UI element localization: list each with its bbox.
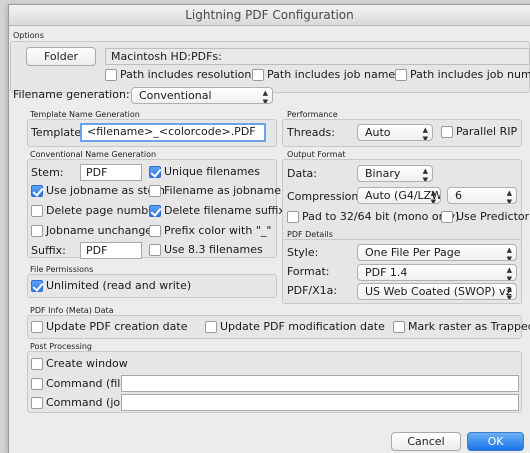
path-jobnumber-checkbox[interactable]: [395, 69, 407, 81]
use-83-label: Use 8.3 filenames: [164, 243, 263, 256]
performance-label: Performance: [287, 110, 338, 119]
template-section-label: Template Name Generation: [30, 110, 140, 119]
filename-generation-label: Filename generation:: [13, 88, 130, 101]
delete-page-number-checkbox[interactable]: [31, 205, 43, 217]
filename-generation-select[interactable]: Conventional ▲ ▼: [131, 87, 273, 104]
format-value: PDF 1.4: [365, 266, 408, 279]
x1a-value: US Web Coated (SWOP) v2: [365, 285, 513, 298]
compression-value: Auto (G4/LZW...: [365, 189, 441, 202]
trapped-checkbox[interactable]: [393, 321, 405, 333]
use-83-checkbox[interactable]: [149, 244, 161, 256]
filename-generation-value: Conventional: [139, 89, 212, 102]
prefix-color-checkbox[interactable]: [149, 225, 161, 237]
format-label: Format:: [287, 265, 330, 278]
select-arrows-icon: ▲ ▼: [506, 246, 512, 261]
command-file-checkbox[interactable]: [31, 378, 43, 390]
output-format-label: Output Format: [287, 150, 346, 159]
select-arrows-icon: ▲ ▼: [262, 89, 268, 104]
folder-path-field: Macintosh HD:PDFs:: [105, 48, 530, 65]
ok-button[interactable]: OK: [467, 432, 524, 451]
filename-as-jobname-checkbox[interactable]: [149, 185, 161, 197]
unlimited-label: Unlimited (read and write): [46, 279, 192, 292]
conventional-section-label: Conventional Name Generation: [30, 150, 157, 159]
data-select[interactable]: Binary ▲ ▼: [357, 165, 433, 182]
select-arrows-icon: ▲ ▼: [506, 266, 512, 281]
data-label: Data:: [287, 167, 317, 180]
permissions-label: File Permissions: [30, 265, 94, 274]
pdf-details-label: PDF Details: [287, 230, 333, 239]
path-jobname-checkbox[interactable]: [252, 69, 264, 81]
delete-filename-suffix-checkbox[interactable]: [149, 205, 161, 217]
style-value: One File Per Page: [365, 246, 461, 259]
delete-filename-suffix-label: Delete filename suffix: [164, 204, 285, 217]
use-jobname-stem-label: Use jobname as stem: [46, 184, 166, 197]
modification-date-checkbox[interactable]: [205, 321, 217, 333]
window-title: Lightning PDF Configuration: [9, 5, 530, 26]
creation-date-checkbox[interactable]: [31, 321, 43, 333]
pad-label: Pad to 32/64 bit (mono only): [302, 210, 460, 223]
unique-filenames-label: Unique filenames: [164, 165, 260, 178]
create-window-checkbox[interactable]: [31, 358, 43, 370]
command-job-input[interactable]: [121, 394, 519, 411]
x1a-select[interactable]: US Web Coated (SWOP) v2 ▲ ▼: [357, 283, 517, 300]
prefix-color-label: Prefix color with "_": [164, 224, 272, 237]
cancel-button[interactable]: Cancel: [391, 432, 461, 451]
parallel-rip-checkbox[interactable]: [441, 126, 453, 138]
select-arrows-icon: ▲ ▼: [430, 189, 436, 204]
threads-label: Threads:: [287, 126, 335, 139]
path-jobname-label: Path includes job name: [267, 68, 396, 81]
format-select[interactable]: PDF 1.4 ▲ ▼: [357, 264, 517, 281]
parallel-rip-label: Parallel RIP: [456, 125, 518, 138]
unique-filenames-checkbox[interactable]: [149, 166, 161, 178]
data-value: Binary: [365, 167, 401, 180]
select-arrows-icon: ▲ ▼: [506, 189, 512, 204]
compression-select[interactable]: Auto (G4/LZW... ▲▼: [357, 187, 441, 204]
jobname-unchanged-checkbox[interactable]: [31, 225, 43, 237]
template-input[interactable]: <filename>_<colorcode>.PDF: [80, 123, 266, 142]
select-arrows-icon: ▲ ▼: [506, 285, 512, 300]
command-file-input[interactable]: [121, 375, 519, 392]
use-predictor-label: Use Predictor: [456, 210, 530, 223]
delete-page-number-label: Delete page number: [46, 204, 160, 217]
x1a-label: PDF/X1a:: [287, 284, 338, 297]
select-arrows-icon: ▲ ▼: [422, 126, 428, 141]
threads-value: Auto: [365, 126, 391, 139]
path-resolution-checkbox[interactable]: [105, 69, 117, 81]
folder-button[interactable]: Folder: [26, 47, 96, 66]
path-jobnumber-label: Path includes job number: [410, 68, 530, 81]
compression-level-select[interactable]: 6 ▲ ▼: [447, 187, 517, 204]
unlimited-checkbox[interactable]: [31, 280, 43, 292]
use-jobname-stem-checkbox[interactable]: [31, 185, 43, 197]
options-label: Options: [13, 31, 44, 40]
path-resolution-label: Path includes resolution: [120, 68, 252, 81]
pad-checkbox[interactable]: [287, 211, 299, 223]
threads-select[interactable]: Auto ▲ ▼: [357, 124, 433, 141]
jobname-unchanged-label: Jobname unchanged: [46, 224, 160, 237]
suffix-input[interactable]: PDF: [80, 242, 142, 259]
command-job-checkbox[interactable]: [31, 397, 43, 409]
suffix-label: Suffix:: [31, 244, 66, 257]
stem-label: Stem:: [31, 166, 64, 179]
select-arrows-icon: ▲ ▼: [422, 167, 428, 182]
post-processing-label: Post Processing: [30, 342, 92, 351]
template-label: Template:: [31, 126, 85, 139]
stem-input[interactable]: PDF: [80, 164, 142, 181]
style-select[interactable]: One File Per Page ▲ ▼: [357, 244, 517, 261]
info-label: PDF Info (Meta) Data: [30, 306, 114, 315]
create-window-label: Create window: [46, 357, 128, 370]
compression-label: Compression:: [287, 190, 363, 203]
style-label: Style:: [287, 246, 319, 259]
use-predictor-checkbox[interactable]: [441, 211, 453, 223]
trapped-label: Mark raster as Trapped: [408, 320, 530, 333]
creation-date-label: Update PDF creation date: [46, 320, 188, 333]
modification-date-label: Update PDF modification date: [220, 320, 385, 333]
filename-as-jobname-label: Filename as jobname: [164, 184, 282, 197]
compression-level-value: 6: [455, 189, 462, 202]
